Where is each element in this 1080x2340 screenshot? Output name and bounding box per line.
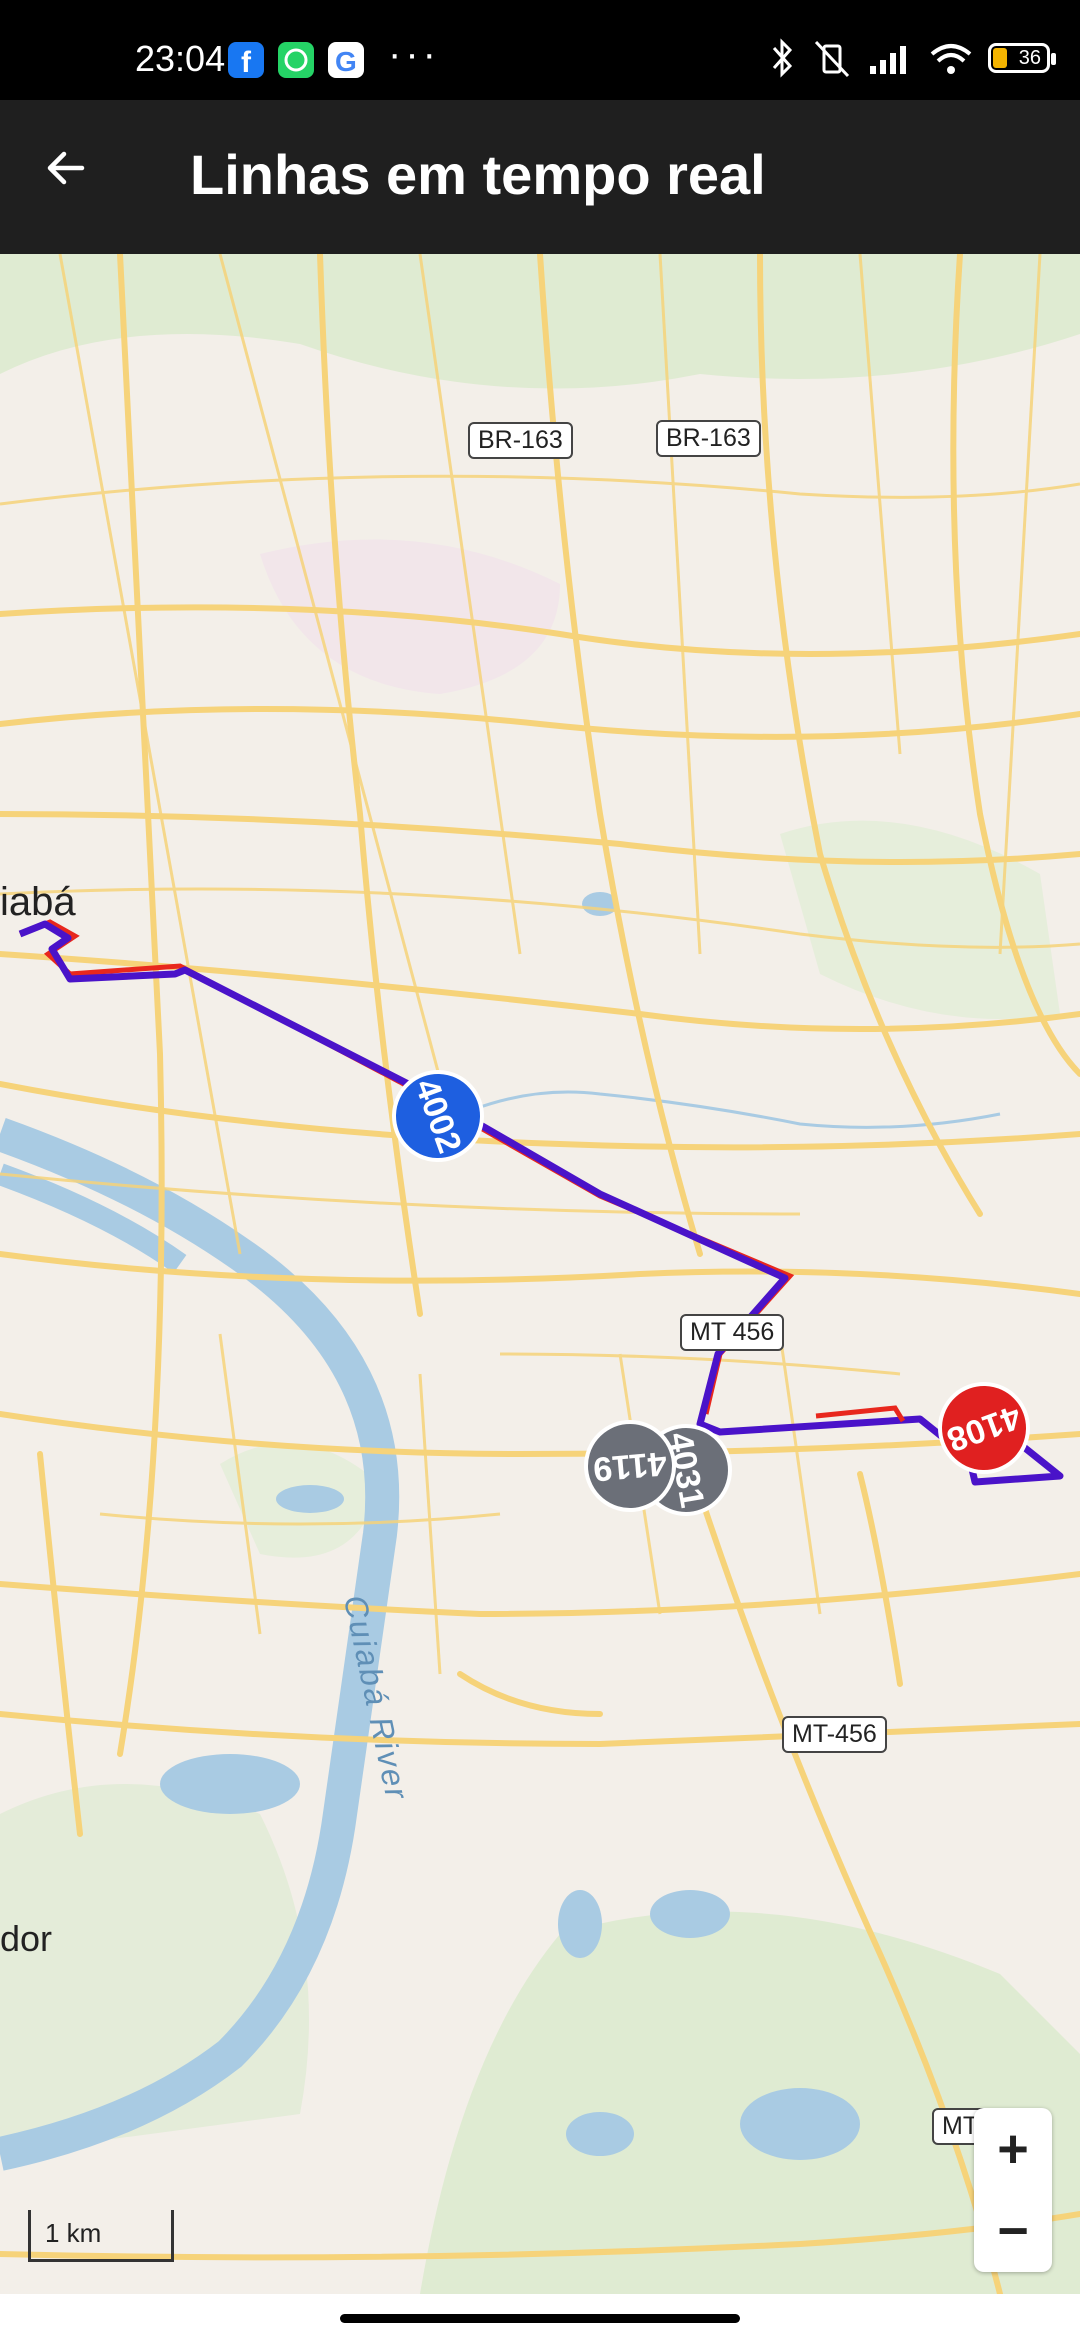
map-canvas[interactable]: [0, 254, 1080, 2294]
battery-level: 36: [1018, 46, 1041, 69]
bluetooth-icon: [772, 38, 793, 78]
signal-icon: [870, 46, 906, 74]
place-label: dor: [0, 1918, 53, 1959]
more-notifications-icon: ···: [388, 32, 440, 76]
scale-label: 1 km: [45, 2218, 102, 2248]
city-label: iabá: [0, 880, 76, 924]
zoom-controls: + −: [974, 2108, 1052, 2272]
arrow-left-icon: [47, 151, 85, 185]
svg-text:f: f: [241, 46, 252, 78]
minus-icon: −: [997, 2201, 1029, 2261]
app-bar: Linhas em tempo real: [0, 100, 1080, 254]
facebook-icon: f: [228, 42, 264, 79]
bus-number: 4002: [407, 1073, 470, 1158]
page-title: Linhas em tempo real: [190, 143, 766, 206]
scale-bar: 1 km: [28, 2210, 174, 2262]
status-time: 23:04: [135, 38, 226, 79]
road-label: BR-163: [656, 420, 761, 457]
zoom-out-button[interactable]: −: [974, 2190, 1052, 2272]
road-label: BR-163: [468, 422, 573, 459]
system-icons: 36: [768, 38, 1056, 78]
google-icon: G: [328, 42, 364, 78]
road-label: MT 456: [680, 1314, 785, 1351]
road-label: MT-456: [782, 1716, 887, 1753]
wifi-icon: [930, 44, 972, 74]
status-bar: 23:04 f G ··· 36: [0, 0, 1080, 100]
plus-icon: +: [997, 2119, 1029, 2179]
map-view[interactable]: BR-163 BR-163 MT 456 MT-456 MT iabá dor …: [0, 254, 1080, 2294]
bus-number: 4108: [942, 1397, 1027, 1460]
zoom-in-button[interactable]: +: [974, 2108, 1052, 2190]
back-button[interactable]: [28, 130, 104, 206]
bus-number: 4119: [591, 1444, 669, 1489]
gesture-nav-bar: [0, 2294, 1080, 2340]
whatsapp-icon: [278, 42, 314, 78]
vibrate-off-icon: [814, 40, 850, 78]
home-indicator[interactable]: [340, 2314, 740, 2323]
battery-icon: 36: [988, 43, 1056, 73]
svg-text:G: G: [335, 46, 357, 77]
